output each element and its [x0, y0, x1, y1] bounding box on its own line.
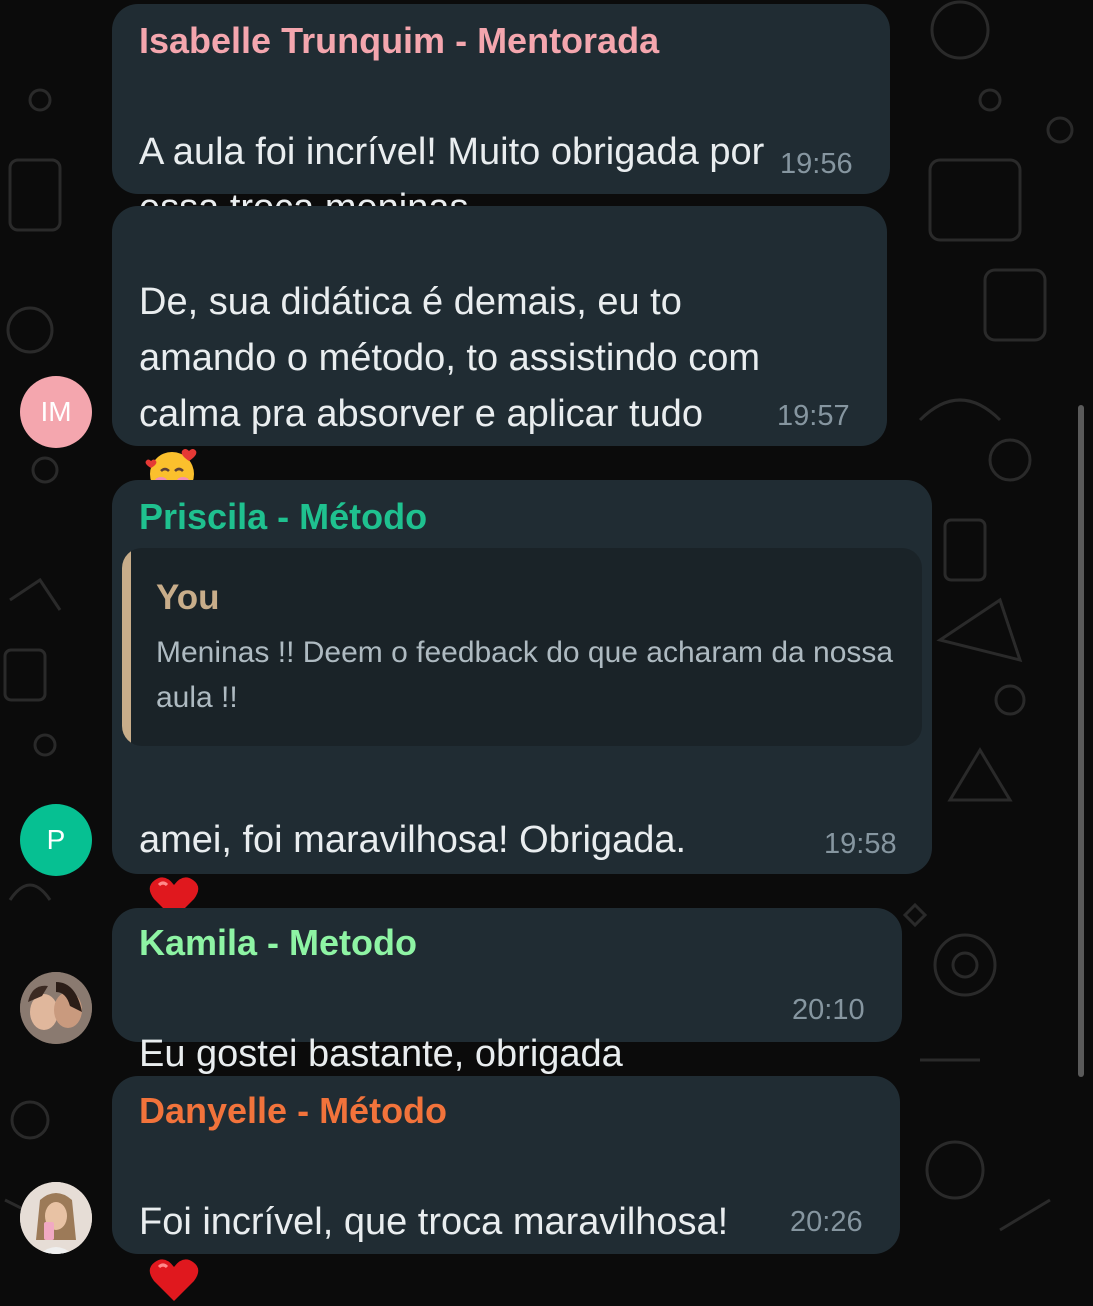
- message-time: 19:58: [824, 828, 897, 860]
- quote-text: Meninas !! Deem o feedback do que achara…: [156, 636, 894, 714]
- message-bubble[interactable]: Isabelle Trunquim - Mentorada A aula foi…: [112, 4, 890, 286]
- sender-name: Priscila - Método: [139, 496, 428, 537]
- sender-name: Isabelle Trunquim - Mentorada: [139, 20, 660, 61]
- sender-name: Danyelle - Método: [139, 1090, 448, 1131]
- message-bubble[interactable]: Kamila - Metodo Eu gostei bastante, obri…: [112, 908, 902, 1136]
- message-time: 19:56: [780, 148, 853, 180]
- message-bubble[interactable]: Danyelle - Método Foi incrível, que troc…: [112, 1076, 900, 1301]
- message-body: Eu gostei bastante, obrigada: [139, 1033, 623, 1075]
- message-text: amei, foi maravilhosa! Obrigada.: [139, 756, 899, 924]
- message-body: amei, foi maravilhosa! Obrigada.: [139, 819, 687, 861]
- quoted-message[interactable]: You Meninas !! Deem o feedback do que ac…: [122, 548, 922, 746]
- photo-avatar-icon: [20, 972, 92, 1044]
- message-text: Foi incrível, que troca maravilhosa!: [139, 1138, 899, 1306]
- message-text: De, sua didática é demais, eu to amando …: [139, 218, 879, 499]
- message-body: Foi incrível, que troca maravilhosa!: [139, 1201, 729, 1243]
- avatar-initials: IM: [40, 396, 72, 427]
- message-bubble[interactable]: De, sua didática é demais, eu to amando …: [112, 206, 887, 496]
- quote-bar: [122, 548, 131, 746]
- photo-avatar-icon: [20, 1182, 92, 1254]
- avatar[interactable]: IM: [20, 376, 92, 448]
- scrollbar[interactable]: [1078, 405, 1084, 1077]
- avatar[interactable]: [20, 972, 92, 1044]
- message-bubble[interactable]: Priscila - Método You Meninas !! Deem o …: [112, 480, 932, 919]
- message-time: 20:26: [790, 1206, 863, 1238]
- message-body: De, sua didática é demais, eu to amando …: [139, 281, 761, 435]
- avatar[interactable]: P: [20, 804, 92, 876]
- message-time: 20:10: [792, 994, 865, 1026]
- avatar-initials: P: [46, 824, 66, 855]
- avatar[interactable]: [20, 1182, 92, 1254]
- message-time: 19:57: [777, 400, 850, 432]
- sender-name: Kamila - Metodo: [139, 922, 418, 963]
- quote-author: You: [156, 578, 220, 617]
